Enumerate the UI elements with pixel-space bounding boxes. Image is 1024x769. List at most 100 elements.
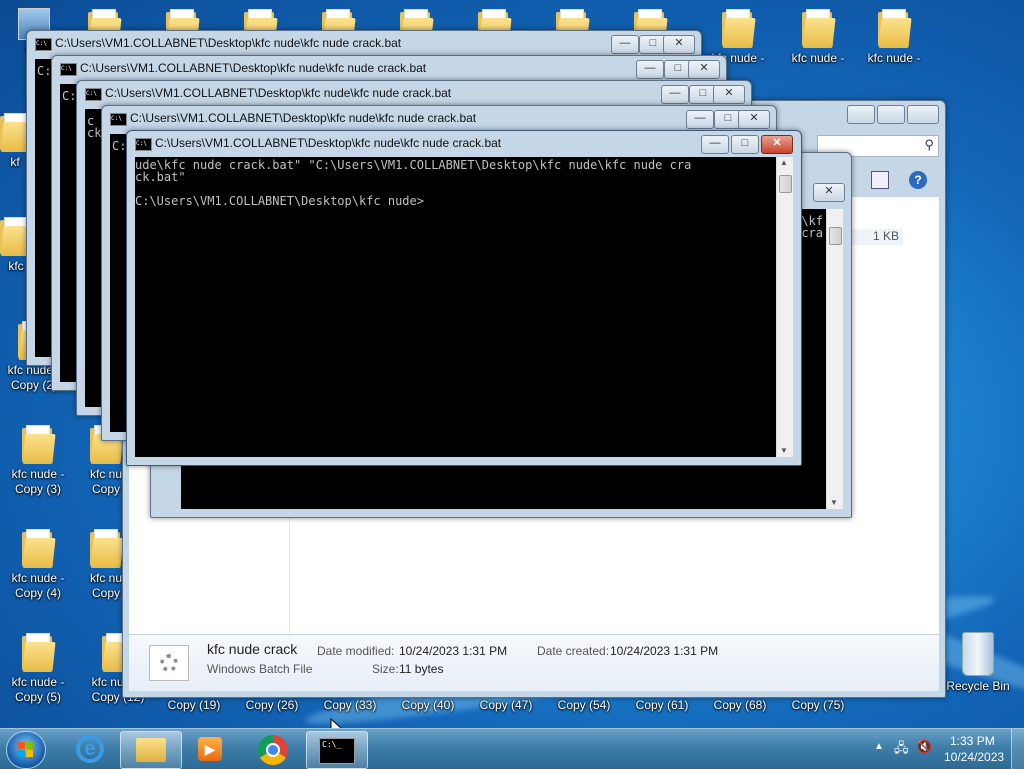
desktop-icon-copy-68[interactable]: Copy (68) [704, 698, 776, 713]
media-player-icon: ▶ [198, 737, 222, 761]
taskbar-cmd[interactable]: C:\_ [306, 731, 368, 769]
recycle-bin-icon [962, 632, 994, 676]
cmd-icon: C:\ [110, 113, 127, 126]
explorer-minimize-button[interactable] [847, 105, 875, 124]
desktop-icon-label: kfc nude - [791, 51, 845, 65]
maximize-button[interactable]: □ [731, 135, 759, 154]
desktop-icon-kfc-nude-copy-5[interactable]: kfc nude - Copy (5) [2, 632, 74, 705]
window-title: C:\Users\VM1.COLLABNET\Desktop\kfc nude\… [80, 61, 427, 75]
help-icon[interactable]: ? [909, 171, 927, 189]
scrollbar[interactable]: ▲ ▼ [776, 157, 793, 457]
minimize-button[interactable]: — [661, 85, 689, 104]
show-desktop-button[interactable] [1011, 729, 1024, 769]
desktop-icon-label: kfc nude - [867, 51, 921, 65]
details-size-label: Size: [372, 662, 399, 676]
folder-icon [90, 528, 124, 568]
desktop-icon-copy-61[interactable]: Copy (61) [626, 698, 698, 713]
desktop-icon-label: Copy (19) [167, 698, 221, 712]
desktop-icon-copy-19[interactable]: Copy (19) [158, 698, 230, 713]
desktop-icon-label: Copy (40) [401, 698, 455, 712]
window-title: C:\Users\VM1.COLLABNET\Desktop\kfc nude\… [130, 111, 477, 125]
taskbar-chrome[interactable] [244, 731, 304, 767]
desktop-icon-label: Copy (26) [245, 698, 299, 712]
desktop-icon-label: Copy (68) [713, 698, 767, 712]
folder-icon [22, 424, 56, 464]
minimize-button[interactable]: — [686, 110, 714, 129]
desktop-icon-copy-33[interactable]: Copy (33) [314, 698, 386, 713]
window-title: C:\Users\VM1.COLLABNET\Desktop\kfc nude\… [55, 36, 402, 50]
cmd-icon: C:\ [60, 63, 77, 76]
window-title: C:\Users\VM1.COLLABNET\Desktop\kfc nude\… [155, 136, 502, 150]
console-text: ude\kfc nude crack.bat" "C:\Users\VM1.CO… [135, 158, 692, 208]
cmd-icon: C:\_ [319, 738, 355, 764]
explorer-maximize-button[interactable] [877, 105, 905, 124]
volume-muted-icon[interactable]: 🔇 [916, 739, 932, 755]
scroll-up-arrow[interactable]: ▲ [780, 158, 788, 167]
scroll-down-arrow[interactable]: ▼ [830, 498, 838, 507]
scroll-down-arrow[interactable]: ▼ [780, 446, 788, 455]
desktop-icon-recycle-bin[interactable]: Recycle Bin [940, 632, 1016, 694]
close-button[interactable]: ✕ [761, 135, 793, 154]
system-tray: ▲ 🖧 🔇 1:33 PM 10/24/2023 [864, 729, 1024, 769]
cmd-icon: C:\ [35, 38, 52, 51]
folder-icon [722, 8, 756, 48]
details-pane: kfc nude crack Windows Batch File Date m… [129, 634, 939, 691]
network-icon[interactable]: 🖧 [894, 739, 909, 761]
desktop-icon-copy-26[interactable]: Copy (26) [236, 698, 308, 713]
close-button[interactable]: ✕ [688, 60, 720, 79]
close-button[interactable]: ✕ [813, 183, 845, 202]
taskbar-explorer[interactable] [120, 731, 182, 769]
cmd-icon: C:\ [85, 88, 102, 101]
desktop-icon-label: kfc nude - Copy (5) [11, 675, 65, 704]
details-file-type: Windows Batch File [207, 662, 313, 676]
batch-file-gear-icon [149, 645, 189, 681]
desktop-icon-label: Copy (61) [635, 698, 689, 712]
desktop-icon-kfc-nude[interactable]: kfc nude - [856, 8, 932, 66]
desktop-icon-label: kfc nu Copy [89, 467, 122, 496]
minimize-button[interactable]: — [636, 60, 664, 79]
console-text: C: [112, 139, 127, 153]
desktop-icon-kfc-nude-copy-4[interactable]: kfc nude - Copy (4) [2, 528, 74, 601]
desktop-icon-kfc-nude[interactable]: kfc nude - [780, 8, 856, 66]
preview-pane-icon[interactable] [871, 171, 889, 189]
minimize-button[interactable]: — [611, 35, 639, 54]
desktop-icon-label: Copy (47) [479, 698, 533, 712]
scrollbar-thumb[interactable] [829, 227, 842, 245]
details-date-created-label: Date created: [537, 644, 610, 658]
close-button[interactable]: ✕ [663, 35, 695, 54]
desktop-icon-copy-54[interactable]: Copy (54) [548, 698, 620, 713]
console-text: C: [62, 89, 77, 103]
desktop-icon-copy-40[interactable]: Copy (40) [392, 698, 464, 713]
close-button[interactable]: ✕ [738, 110, 770, 129]
window-title: C:\Users\VM1.COLLABNET\Desktop\kfc nude\… [105, 86, 452, 100]
taskbar: e ▶ C:\_ ▲ 🖧 🔇 1:33 PM 10/24/2023 [0, 728, 1024, 769]
explorer-close-button[interactable] [907, 105, 939, 124]
desktop-icon-copy-47[interactable]: Copy (47) [470, 698, 542, 713]
desktop-icon-label: Copy (33) [323, 698, 377, 712]
desktop-icon-label: kfc nude - Copy (4) [11, 571, 65, 600]
chrome-icon [258, 735, 288, 765]
close-button[interactable]: ✕ [713, 85, 745, 104]
console-text: C: [37, 64, 52, 78]
cmd-icon: C:\ [135, 138, 152, 151]
folder-icon [22, 528, 56, 568]
desktop-icon-label: Recycle Bin [946, 679, 1010, 693]
cmd-window-active[interactable]: C:\ C:\Users\VM1.COLLABNET\Desktop\kfc nu… [126, 130, 802, 466]
details-date-modified: 10/24/2023 1:31 PM [399, 644, 508, 658]
taskbar-internet-explorer[interactable]: e [60, 731, 120, 767]
console-output[interactable]: ude\kfc nude crack.bat" "C:\Users\VM1.CO… [135, 157, 777, 457]
folder-icon [22, 632, 56, 672]
mouse-cursor-icon [330, 718, 342, 728]
taskbar-media-player[interactable]: ▶ [180, 731, 240, 767]
desktop-icon-label: Copy (75) [791, 698, 845, 712]
show-hidden-icons-icon[interactable]: ▲ [874, 741, 884, 752]
desktop-icon-kfc-nude-copy-3[interactable]: kfc nude - Copy (3) [2, 424, 74, 497]
desktop-icon-label: Copy (54) [557, 698, 611, 712]
desktop-icon-copy-75[interactable]: Copy (75) [782, 698, 854, 713]
start-button[interactable] [6, 731, 46, 769]
scrollbar-thumb[interactable] [779, 175, 792, 193]
clock-time[interactable]: 1:33 PM [950, 734, 995, 748]
minimize-button[interactable]: — [701, 135, 729, 154]
scrollbar[interactable]: ▼ [826, 209, 843, 509]
clock-date[interactable]: 10/24/2023 [944, 750, 1004, 764]
